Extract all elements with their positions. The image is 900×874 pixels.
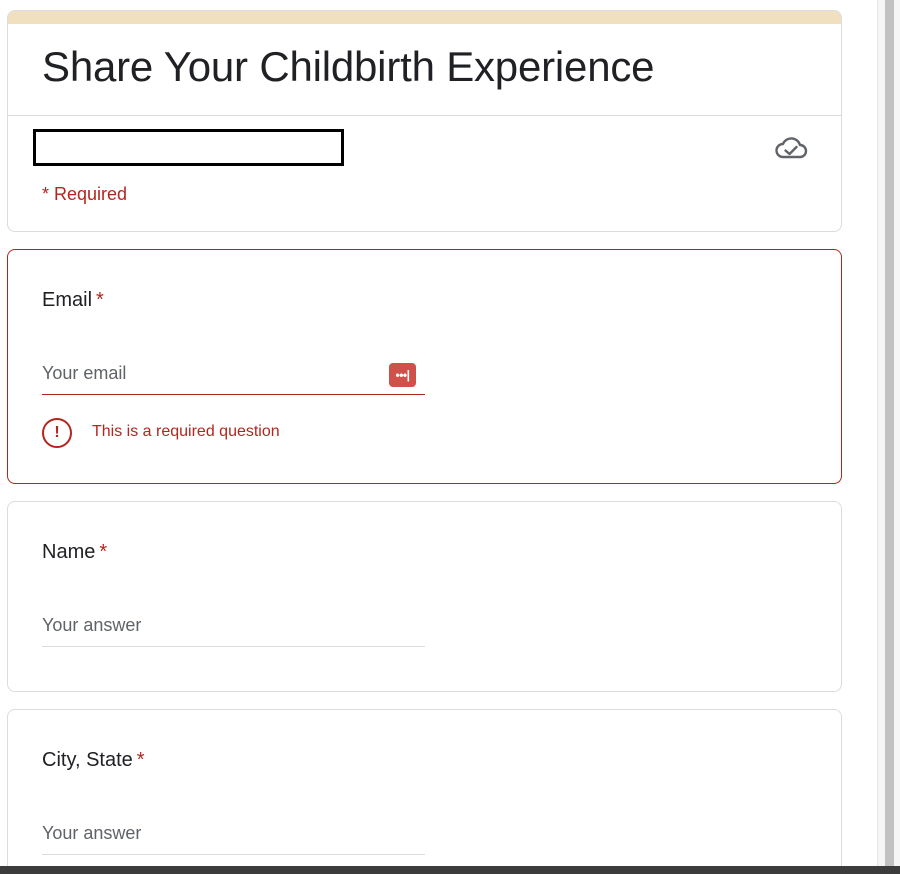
form-header-card: Share Your Childbirth Experience * Requi… [7, 10, 842, 232]
required-asterisk: * [96, 289, 104, 311]
question-card-email: Email* •••| ! This is a required questio… [7, 249, 842, 484]
cloud-check-icon[interactable] [774, 134, 808, 162]
password-manager-icon[interactable]: •••| [389, 363, 416, 387]
form-title: Share Your Childbirth Experience [42, 43, 655, 90]
name-field-wrapper [42, 607, 425, 647]
question-title-email: Email * [42, 289, 104, 312]
vertical-scrollbar[interactable] [877, 0, 900, 866]
question-title-city-state: City, State * [42, 749, 145, 772]
header-accent-bar [8, 11, 841, 24]
redacted-account-box [33, 129, 344, 166]
scrollbar-thumb[interactable] [885, 0, 894, 866]
header-divider [8, 115, 841, 116]
question-title-name: Name * [42, 541, 107, 564]
error-message: This is a required question [92, 423, 280, 440]
required-asterisk: * [99, 541, 108, 563]
form-page: Share Your Childbirth Experience * Requi… [0, 0, 900, 874]
city-state-input[interactable] [42, 823, 382, 844]
required-asterisk: * [136, 749, 145, 771]
error-icon: ! [42, 418, 72, 448]
email-field-wrapper: •••| [42, 355, 425, 395]
question-label: Email [42, 289, 93, 311]
question-card-name: Name * [7, 501, 842, 692]
required-note: * Required [42, 184, 128, 204]
name-input[interactable] [42, 615, 382, 636]
question-card-city-state: City, State * [7, 709, 842, 874]
question-label: City, State [42, 749, 133, 771]
email-input[interactable] [42, 363, 382, 384]
city-state-field-wrapper [42, 815, 425, 855]
question-label: Name [42, 541, 96, 563]
window-bottom-edge [0, 866, 900, 874]
